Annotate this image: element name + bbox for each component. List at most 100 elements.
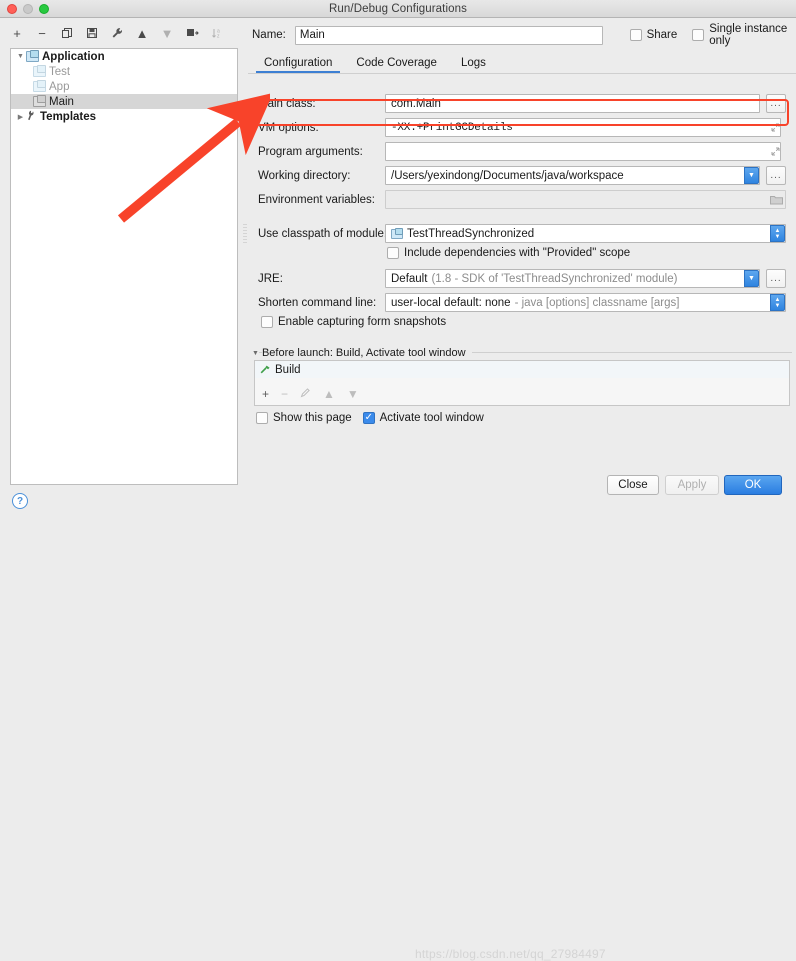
main-class-input[interactable]: com.Main [385,94,760,113]
sort-alphabetically-icon[interactable]: az [210,26,224,40]
program-arguments-expand-icon[interactable] [768,143,782,160]
before-launch-edit-icon[interactable] [300,387,311,401]
window-title: Run/Debug Configurations [329,2,467,15]
copy-configuration-icon[interactable] [60,26,74,40]
add-configuration-icon[interactable]: + [10,26,24,40]
wrench-icon [24,108,40,125]
before-launch-options: Show this page Activate tool window [256,411,484,424]
window-titlebar: Run/Debug Configurations [0,0,796,18]
watermark-text: https://blog.csdn.net/qq_27984497 [415,947,606,961]
chevron-down-icon[interactable]: ▼ [252,349,259,357]
before-launch-list[interactable]: Build + − ▲ ▼ [254,360,790,406]
configurations-tree[interactable]: ▼ Application Test App Main ▶ Templates [10,48,238,485]
before-launch-header[interactable]: ▼ Before launch: Build, Activate tool wi… [252,346,472,360]
before-launch-remove-icon[interactable]: − [281,387,288,401]
jre-browse-button[interactable]: ... [766,269,786,288]
vm-options-expand-icon[interactable] [768,119,782,136]
before-launch-toolbar: + − ▲ ▼ [255,386,359,402]
jre-dropdown-icon[interactable]: ▼ [744,270,759,287]
tree-node-main[interactable]: Main [11,94,237,109]
shorten-command-line-value: user-local default: none [391,296,511,309]
tree-node-label: Application [42,50,105,63]
vm-options-label: VM options: [258,122,319,134]
tree-node-app[interactable]: App [11,79,237,94]
program-arguments-input[interactable] [385,142,781,161]
jre-hint: (1.8 - SDK of 'TestThreadSynchronized' m… [431,272,678,285]
tree-node-label: Main [49,95,74,108]
configurations-sidebar: + − ▲ ▼ az ▼ Application Test App Main ▶… [0,18,240,509]
vm-options-input[interactable]: -XX:+PrintGCDetails [385,118,781,137]
activate-tool-window-checkbox[interactable] [362,411,375,424]
activate-tool-window-label: Activate tool window [379,412,484,424]
close-button[interactable]: Close [607,475,659,495]
tree-node-application[interactable]: ▼ Application [11,49,237,64]
shorten-command-line-combo[interactable]: user-local default: none - java [options… [385,293,786,312]
move-down-icon[interactable]: ▼ [160,26,174,40]
before-launch-move-down-icon[interactable]: ▼ [347,387,359,401]
classpath-module-combo[interactable]: TestThreadSynchronized [385,224,786,243]
tree-node-test[interactable]: Test [11,64,237,79]
working-directory-label: Working directory: [258,170,351,182]
shorten-command-line-label: Shorten command line: [258,297,377,309]
shorten-command-line-stepper-icon[interactable]: ▲ ▼ [770,294,785,311]
before-launch-title: Before launch: Build, Activate tool wind… [261,347,472,359]
working-directory-input[interactable]: /Users/yexindong/Documents/java/workspac… [385,166,760,185]
run-config-icon [33,80,46,92]
jre-label: JRE: [258,273,283,285]
environment-variables-folder-icon[interactable] [768,191,784,208]
before-launch-item-build[interactable]: Build [255,361,789,378]
include-provided-checkbox[interactable] [387,247,399,259]
tree-node-label: App [49,80,70,93]
jre-value: Default [391,272,428,285]
minimize-window-button[interactable] [23,4,33,14]
before-launch-move-up-icon[interactable]: ▲ [323,387,335,401]
hammer-icon [260,363,271,377]
main-class-label: Main class: [258,98,316,110]
dialog-footer: https://blog.csdn.net/qq_27984497 Close … [0,470,796,961]
tree-node-templates[interactable]: ▶ Templates [11,109,237,124]
program-arguments-label: Program arguments: [258,146,363,158]
show-this-page-label: Show this page [273,412,352,424]
expand-arrow-icon[interactable]: ▼ [15,53,26,60]
before-launch-item-label: Build [275,363,301,376]
application-folder-icon [26,50,39,62]
shorten-command-line-hint: - java [options] classname [args] [514,296,680,309]
classpath-module-stepper-icon[interactable]: ▲ ▼ [770,225,785,242]
ok-button[interactable]: OK [724,475,782,495]
show-this-page-wrapper[interactable]: Show this page [256,412,352,424]
window-controls[interactable] [7,4,49,14]
module-icon [391,227,403,239]
close-window-button[interactable] [7,4,17,14]
before-launch-section: ▼ Before launch: Build, Activate tool wi… [252,346,792,456]
enable-capturing-checkbox-wrapper[interactable]: Enable capturing form snapshots [261,316,446,328]
include-provided-checkbox-wrapper[interactable]: Include dependencies with "Provided" sco… [387,247,630,259]
tree-node-label: Templates [40,110,97,123]
working-directory-dropdown-icon[interactable]: ▼ [744,167,759,184]
move-up-icon[interactable]: ▲ [135,26,149,40]
splitter-grip-icon[interactable] [243,223,247,245]
environment-variables-input[interactable] [385,190,786,209]
tree-node-label: Test [49,65,71,78]
configuration-form: Main class: com.Main ... VM options: -XX… [252,76,796,354]
before-launch-add-icon[interactable]: + [262,387,269,401]
move-into-folder-icon[interactable] [185,26,199,40]
enable-capturing-checkbox[interactable] [261,316,273,328]
include-provided-label: Include dependencies with "Provided" sco… [404,247,631,259]
jre-combo[interactable]: Default (1.8 - SDK of 'TestThreadSynchro… [385,269,760,288]
apply-button[interactable]: Apply [665,475,719,495]
classpath-module-label: Use classpath of module: [258,228,388,240]
classpath-module-value: TestThreadSynchronized [407,227,535,240]
working-directory-browse-button[interactable]: ... [766,166,786,185]
run-config-icon [33,95,46,107]
edit-templates-wrench-icon[interactable] [110,26,124,40]
save-configuration-icon[interactable] [85,26,99,40]
zoom-window-button[interactable] [39,4,49,14]
environment-variables-label: Environment variables: [258,194,375,206]
enable-capturing-label: Enable capturing form snapshots [278,316,447,328]
activate-tool-window-wrapper[interactable]: Activate tool window [362,411,484,424]
main-class-browse-button[interactable]: ... [766,94,786,113]
remove-configuration-icon[interactable]: − [35,26,49,40]
sidebar-toolbar: + − ▲ ▼ az [0,22,240,44]
run-config-icon [33,65,46,77]
show-this-page-checkbox[interactable] [256,412,268,424]
